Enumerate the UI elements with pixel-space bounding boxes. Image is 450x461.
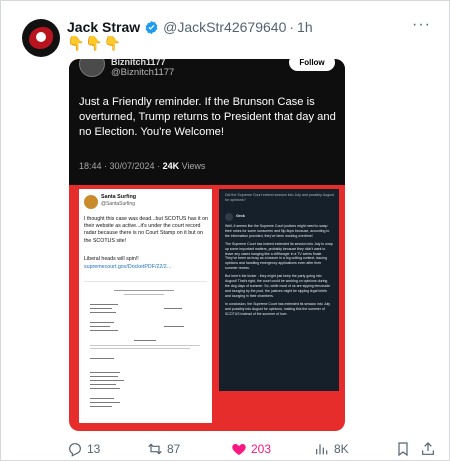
repost-button[interactable]: 87 xyxy=(147,441,180,457)
reply-icon xyxy=(69,443,81,457)
quoted-avatar xyxy=(79,59,105,77)
views-count: 8K xyxy=(334,442,349,456)
quoted-meta: 18:44 · 30/07/2024 · 24K Views xyxy=(79,161,205,171)
tweet-header: Jack Straw @JackStr42679640 · 1h xyxy=(67,18,313,36)
tweet-media-image[interactable]: Biznitch1177 @Biznitch1177 Follow Just a… xyxy=(69,59,345,431)
santa-link: supremecourt.gov/DocketPDF/22/2... xyxy=(84,264,172,270)
share-icon xyxy=(422,442,434,455)
santa-text: I thought this case was dead...but SCOTU… xyxy=(84,216,208,244)
bookmark-icon xyxy=(398,442,408,457)
views-button[interactable]: 8K xyxy=(314,441,349,457)
grok-paragraph: But here's the kicker - they might just … xyxy=(225,274,331,298)
court-document-image xyxy=(84,281,207,419)
santa-avatar xyxy=(84,195,98,209)
quoted-name: Biznitch1177 xyxy=(111,59,166,67)
like-button[interactable]: 203 xyxy=(231,441,271,457)
grok-paragraph: In conclusion, the Supreme Court has ext… xyxy=(225,301,331,316)
share-button[interactable] xyxy=(420,441,440,457)
verified-badge-icon xyxy=(145,20,158,34)
tweet-text: 👇👇👇 xyxy=(67,35,123,51)
handle[interactable]: @JackStr42679640 xyxy=(163,19,286,35)
tweet-card[interactable]: Jack Straw @JackStr42679640 · 1h ··· 👇👇👇… xyxy=(0,0,450,461)
grok-avatar xyxy=(225,213,233,221)
timestamp[interactable]: 1h xyxy=(297,19,313,35)
analytics-icon xyxy=(316,444,328,455)
grok-paragraph: Well, it seems like the Supreme Court ju… xyxy=(225,224,330,238)
santa-text-2: Liberal heads will spin!! xyxy=(84,256,139,262)
quoted-views-count: 24K xyxy=(162,161,180,171)
reply-count: 13 xyxy=(87,442,101,456)
grok-answer: Well, it seems like the Supreme Court ju… xyxy=(225,224,333,319)
santa-name: Santa Surfing xyxy=(101,194,137,200)
quoted-views-label: Views xyxy=(179,161,206,171)
grok-question: Did the Supreme Court extend session int… xyxy=(225,193,334,202)
santa-handle: @SantaSurfing xyxy=(101,201,135,207)
more-options-icon[interactable]: ··· xyxy=(412,16,431,34)
right-screenshot-panel: Did the Supreme Court extend session int… xyxy=(219,189,339,391)
left-screenshot-panel: Santa Surfing @SantaSurfing I thought th… xyxy=(79,189,212,423)
quoted-handle: @Biznitch1177 xyxy=(111,67,175,78)
avatar[interactable] xyxy=(22,19,60,57)
repost-count: 87 xyxy=(167,442,181,456)
repost-icon xyxy=(148,443,162,455)
separator: · xyxy=(289,19,295,35)
bookmark-button[interactable] xyxy=(395,441,415,457)
quoted-tweet-screenshot: Biznitch1177 @Biznitch1177 Follow Just a… xyxy=(69,59,345,185)
display-name[interactable]: Jack Straw xyxy=(67,19,140,35)
grok-name: Grok xyxy=(236,214,245,218)
like-count: 203 xyxy=(251,442,272,456)
quoted-follow-button: Follow xyxy=(289,59,335,71)
reply-button[interactable]: 13 xyxy=(67,441,100,457)
heart-icon xyxy=(232,444,246,455)
quoted-meta-time: 18:44 · 30/07/2024 · xyxy=(79,161,163,171)
quoted-text: Just a Friendly reminder. If the Brunson… xyxy=(79,96,336,138)
grok-paragraph: The Supreme Court has indeed extended it… xyxy=(225,241,333,271)
action-bar: 13 87 203 8K xyxy=(1,441,450,457)
